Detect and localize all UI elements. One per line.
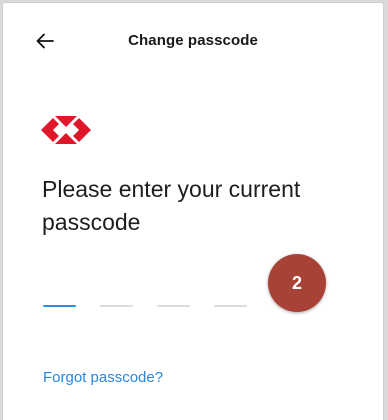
passcode-prompt: Please enter your current passcode xyxy=(42,176,301,235)
step-badge: 2 xyxy=(268,254,326,312)
passcode-digit-slot xyxy=(43,305,76,307)
red-diamond-logo-icon xyxy=(41,116,91,144)
header: Change passcode xyxy=(3,3,383,79)
forgot-passcode-link[interactable]: Forgot passcode? xyxy=(43,369,163,386)
passcode-digit-slot xyxy=(214,305,247,307)
passcode-input[interactable] xyxy=(43,305,271,307)
app-screen: Change passcode Please enter your curren… xyxy=(2,2,384,420)
page-title: Change passcode xyxy=(128,32,258,49)
passcode-digit-slot xyxy=(100,305,133,307)
passcode-digit-slot xyxy=(157,305,190,307)
